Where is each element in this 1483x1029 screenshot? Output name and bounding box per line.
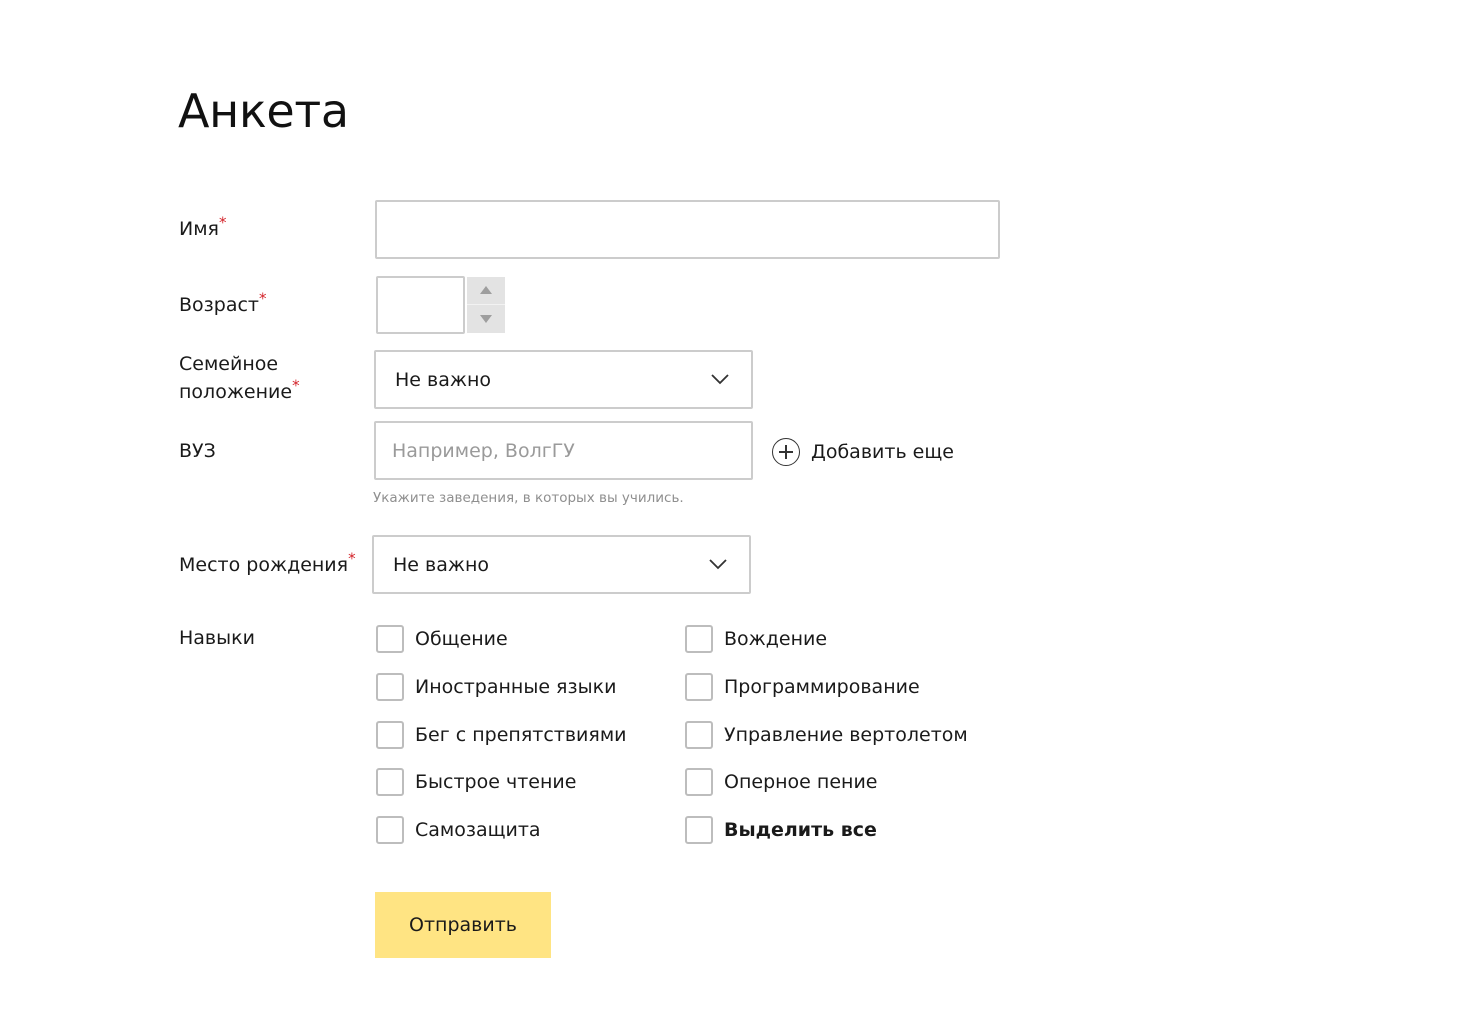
skill-label: Оперное пение xyxy=(724,771,878,793)
skill-label: Программирование xyxy=(724,676,920,698)
name-input[interactable] xyxy=(377,202,998,257)
add-more-label: Добавить еще xyxy=(811,441,954,463)
marital-select-value: Не важно xyxy=(395,368,492,391)
form-page: Анкета Имя* Возраст* Семейное положение*… xyxy=(0,0,1483,1029)
skill-checkbox[interactable]: Иностранные языки xyxy=(376,672,616,702)
skill-checkbox[interactable]: Быстрое чтение xyxy=(376,767,576,797)
skill-label: Быстрое чтение xyxy=(415,771,577,793)
birthplace-select[interactable]: Не важно xyxy=(372,535,751,594)
checkbox-box[interactable] xyxy=(376,625,404,653)
skills-label: Навыки xyxy=(179,627,255,649)
skill-checkbox[interactable]: Управление вертолетом xyxy=(685,720,968,750)
skill-checkbox[interactable]: Программирование xyxy=(685,672,920,702)
skill-checkbox[interactable]: Бег с препятствиями xyxy=(376,720,627,750)
triangle-down-icon xyxy=(480,315,492,323)
triangle-up-icon xyxy=(480,286,492,294)
age-field-wrap xyxy=(376,276,465,334)
skill-label: Иностранные языки xyxy=(415,676,617,698)
university-label: ВУЗ xyxy=(179,440,216,462)
skill-label: Вождение xyxy=(724,628,828,650)
name-label: Имя* xyxy=(179,213,227,240)
birthplace-select-value: Не важно xyxy=(393,553,490,576)
university-field-wrap xyxy=(374,421,753,480)
skill-checkbox[interactable]: Самозащита xyxy=(376,815,541,845)
required-mark: * xyxy=(258,289,267,308)
chevron-down-icon xyxy=(709,558,727,569)
skill-label: Бег с препятствиями xyxy=(415,724,627,746)
checkbox-box[interactable] xyxy=(685,673,713,701)
required-mark: * xyxy=(292,376,300,395)
checkbox-box[interactable] xyxy=(685,768,713,796)
skill-label: Управление вертолетом xyxy=(724,724,968,746)
add-more-button[interactable]: Добавить еще xyxy=(772,436,954,468)
university-input[interactable] xyxy=(376,423,751,478)
marital-select[interactable]: Не важно xyxy=(374,350,753,409)
age-input[interactable] xyxy=(378,278,463,332)
select-all-label: Выделить все xyxy=(724,819,877,841)
age-decrement-button[interactable] xyxy=(467,305,505,332)
page-title: Анкета xyxy=(178,84,349,138)
marital-label: Семейное положение* xyxy=(179,353,300,403)
skill-checkbox[interactable]: Общение xyxy=(376,624,508,654)
required-mark: * xyxy=(218,213,227,232)
age-stepper xyxy=(467,277,505,333)
checkbox-box[interactable] xyxy=(376,721,404,749)
select-all-checkbox[interactable]: Выделить все xyxy=(685,815,877,845)
checkbox-box[interactable] xyxy=(685,721,713,749)
age-increment-button[interactable] xyxy=(467,277,505,305)
checkbox-box[interactable] xyxy=(685,816,713,844)
required-mark: * xyxy=(348,549,356,568)
checkbox-box[interactable] xyxy=(685,625,713,653)
checkbox-box[interactable] xyxy=(376,816,404,844)
submit-button[interactable]: Отправить xyxy=(375,892,551,958)
age-label: Возраст* xyxy=(179,289,267,316)
skill-checkbox[interactable]: Оперное пение xyxy=(685,767,877,797)
skill-label: Самозащита xyxy=(415,819,541,841)
checkbox-box[interactable] xyxy=(376,673,404,701)
university-hint: Укажите заведения, в которых вы учились. xyxy=(373,490,684,506)
skill-label: Общение xyxy=(415,628,508,650)
skill-checkbox[interactable]: Вождение xyxy=(685,624,827,654)
plus-circle-icon xyxy=(772,438,800,466)
birthplace-label: Место рождения* xyxy=(179,549,356,576)
chevron-down-icon xyxy=(711,373,729,384)
checkbox-box[interactable] xyxy=(376,768,404,796)
name-field-wrap xyxy=(375,200,1000,259)
